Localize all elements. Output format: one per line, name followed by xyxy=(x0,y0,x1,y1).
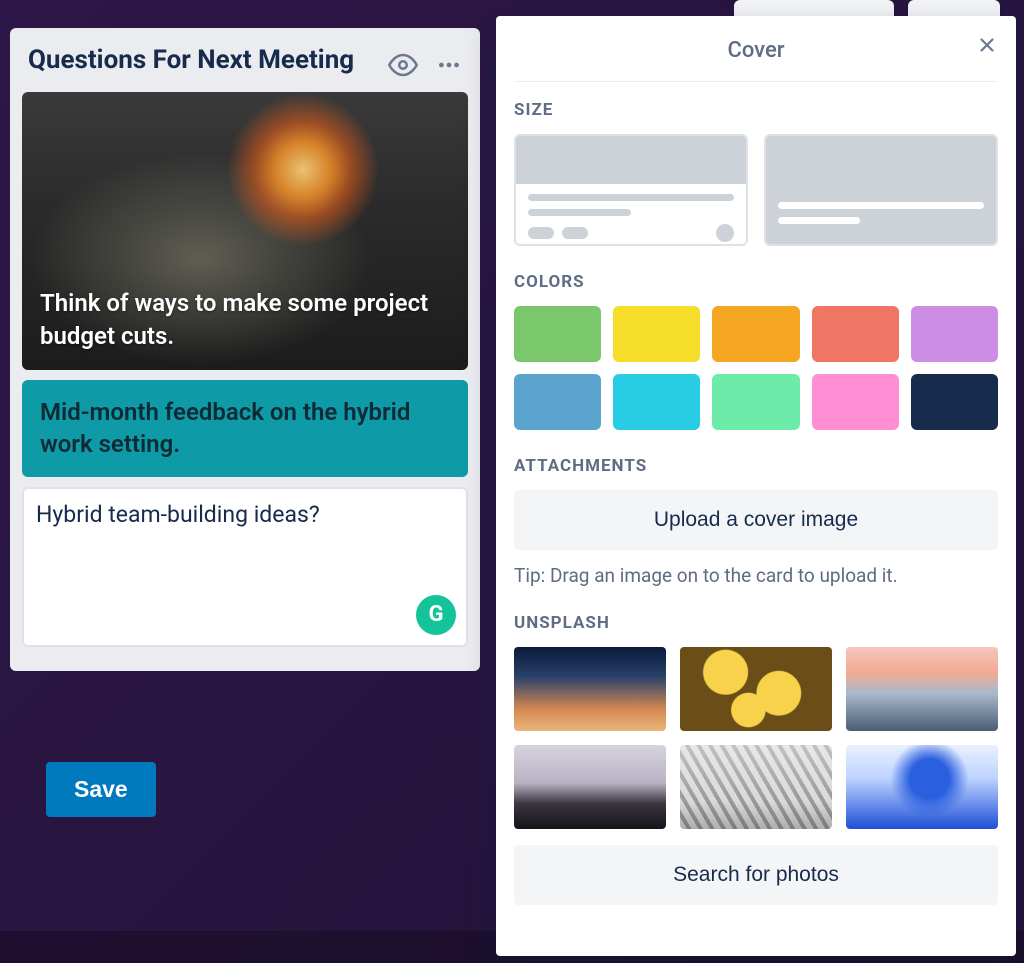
card-cover-image: Think of ways to make some project budge… xyxy=(22,92,468,370)
size-lines xyxy=(516,184,746,246)
search-photos-button[interactable]: Search for photos xyxy=(514,845,998,905)
save-button[interactable]: Save xyxy=(46,762,156,817)
card-composer-input[interactable] xyxy=(36,501,454,582)
unsplash-thumb-1[interactable] xyxy=(680,647,832,731)
unsplash-grid xyxy=(514,647,998,829)
grammarly-icon[interactable]: G xyxy=(416,595,456,635)
color-swatch-8[interactable] xyxy=(812,374,899,430)
color-swatch-7[interactable] xyxy=(712,374,799,430)
color-swatch-5[interactable] xyxy=(514,374,601,430)
color-swatch-2[interactable] xyxy=(712,306,799,362)
unsplash-thumb-4[interactable] xyxy=(680,745,832,829)
popover-title: Cover xyxy=(727,38,784,63)
color-swatch-6[interactable] xyxy=(613,374,700,430)
section-size: SIZE xyxy=(514,100,998,246)
cover-popover: Cover SIZE COL xyxy=(496,16,1016,956)
size-lines xyxy=(778,202,984,232)
watch-icon[interactable] xyxy=(388,50,418,80)
unsplash-thumb-3[interactable] xyxy=(514,745,666,829)
attachments-label: ATTACHMENTS xyxy=(514,456,998,476)
cover-size-full[interactable] xyxy=(764,134,998,246)
unsplash-thumb-5[interactable] xyxy=(846,745,998,829)
upload-cover-button[interactable]: Upload a cover image xyxy=(514,490,998,550)
color-swatch-4[interactable] xyxy=(911,306,998,362)
card-composer: G xyxy=(22,487,468,647)
section-unsplash: UNSPLASH Search for photos xyxy=(514,613,998,905)
color-swatch-9[interactable] xyxy=(911,374,998,430)
color-swatch-1[interactable] xyxy=(613,306,700,362)
cover-size-half[interactable] xyxy=(514,134,748,246)
size-label: SIZE xyxy=(514,100,998,120)
popover-header: Cover xyxy=(514,32,998,82)
color-swatch-0[interactable] xyxy=(514,306,601,362)
card-with-cover[interactable]: Think of ways to make some project budge… xyxy=(22,92,468,370)
list-header: Questions For Next Meeting xyxy=(22,40,468,92)
unsplash-label: UNSPLASH xyxy=(514,613,998,633)
list-menu-icon[interactable] xyxy=(436,52,462,78)
colors-label: COLORS xyxy=(514,272,998,292)
list-column: Questions For Next Meeting Think of ways… xyxy=(10,28,480,671)
unsplash-thumb-2[interactable] xyxy=(846,647,998,731)
color-swatch-3[interactable] xyxy=(812,306,899,362)
card-teal[interactable]: Mid-month feedback on the hybrid work se… xyxy=(22,380,468,477)
colors-grid xyxy=(514,306,998,430)
unsplash-thumb-0[interactable] xyxy=(514,647,666,731)
section-colors: COLORS xyxy=(514,272,998,430)
close-icon[interactable] xyxy=(976,34,998,60)
card-title: Mid-month feedback on the hybrid work se… xyxy=(40,396,450,461)
list-title[interactable]: Questions For Next Meeting xyxy=(28,44,354,77)
size-thumb xyxy=(516,136,746,184)
card-title: Think of ways to make some project budge… xyxy=(22,271,468,370)
upload-tip: Tip: Drag an image on to the card to upl… xyxy=(514,564,998,587)
section-attachments: ATTACHMENTS Upload a cover image Tip: Dr… xyxy=(514,456,998,587)
